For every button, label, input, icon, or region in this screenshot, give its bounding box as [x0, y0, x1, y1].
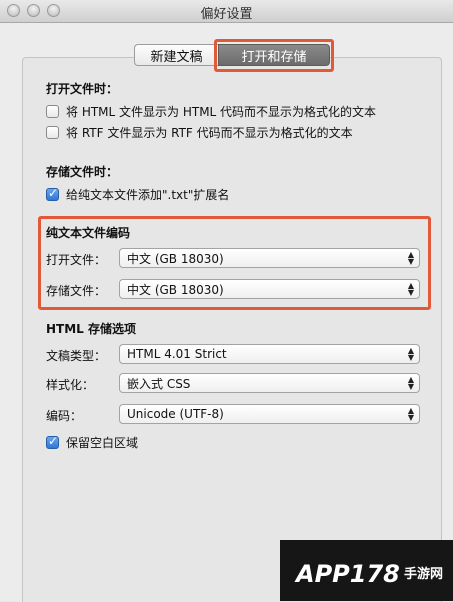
- chevron-up-down-icon: ▲ ▼: [407, 281, 414, 297]
- save-section-heading: 存储文件时：: [46, 165, 119, 179]
- chevron-up-down-icon: ▲ ▼: [407, 250, 414, 266]
- html-section-heading: HTML 存储选项: [46, 322, 136, 336]
- save-encoding-select[interactable]: 中文 (GB 18030) ▲ ▼: [119, 279, 420, 299]
- preferences-window: 新建文稿 打开和存储 打开文件时： 将 HTML 文件显示为 HTML 代码而不…: [0, 23, 453, 602]
- styling-value: 嵌入式 CSS: [127, 376, 191, 391]
- html-as-code-label: 将 HTML 文件显示为 HTML 代码而不显示为格式化的文本: [66, 105, 377, 119]
- styling-select[interactable]: 嵌入式 CSS ▲ ▼: [119, 373, 420, 393]
- rtf-as-code-option[interactable]: 将 RTF 文件显示为 RTF 代码而不显示为格式化的文本: [46, 124, 353, 141]
- html-encoding-value: Unicode (UTF-8): [127, 407, 224, 421]
- tab-new-document[interactable]: 新建文稿: [134, 44, 218, 66]
- chevron-up-down-icon: ▲ ▼: [407, 375, 414, 391]
- rtf-as-code-checkbox[interactable]: [46, 126, 59, 139]
- chevron-up-down-icon: ▲ ▼: [407, 346, 414, 362]
- watermark-subtitle: 手游网: [404, 567, 444, 582]
- open-encoding-label: 打开文件：: [46, 253, 107, 267]
- add-txt-extension-label: 给纯文本文件添加".txt"扩展名: [66, 188, 230, 202]
- save-encoding-value: 中文 (GB 18030): [127, 282, 224, 297]
- watermark-brand: APP178: [296, 560, 400, 588]
- tab-highlight-box: [214, 39, 334, 72]
- title-bar: 偏好设置: [0, 0, 453, 23]
- chevron-up-down-icon: ▲ ▼: [407, 406, 414, 422]
- preserve-whitespace-checkbox[interactable]: [46, 434, 59, 449]
- add-txt-extension-option[interactable]: 给纯文本文件添加".txt"扩展名: [46, 186, 229, 203]
- styling-label: 样式化：: [46, 378, 95, 392]
- preserve-whitespace-option[interactable]: 保留空白区域: [46, 434, 138, 451]
- html-as-code-checkbox[interactable]: [46, 105, 59, 118]
- doctype-label: 文稿类型：: [46, 349, 107, 363]
- open-encoding-value: 中文 (GB 18030): [127, 251, 224, 266]
- encoding-section-heading: 纯文本文件编码: [46, 226, 131, 240]
- rtf-as-code-label: 将 RTF 文件显示为 RTF 代码而不显示为格式化的文本: [66, 126, 353, 140]
- html-as-code-option[interactable]: 将 HTML 文件显示为 HTML 代码而不显示为格式化的文本: [46, 103, 376, 120]
- open-encoding-select[interactable]: 中文 (GB 18030) ▲ ▼: [119, 248, 420, 268]
- doctype-value: HTML 4.01 Strict: [127, 347, 227, 361]
- save-encoding-label: 存储文件：: [46, 284, 107, 298]
- open-section-heading: 打开文件时：: [46, 82, 119, 96]
- add-txt-extension-checkbox[interactable]: [46, 186, 59, 201]
- html-encoding-select[interactable]: Unicode (UTF-8) ▲ ▼: [119, 404, 420, 424]
- doctype-select[interactable]: HTML 4.01 Strict ▲ ▼: [119, 344, 420, 364]
- window-title: 偏好设置: [200, 7, 253, 22]
- html-encoding-label: 编码：: [46, 409, 83, 423]
- preserve-whitespace-label: 保留空白区域: [66, 436, 139, 450]
- site-watermark: APP178 手游网: [280, 540, 453, 601]
